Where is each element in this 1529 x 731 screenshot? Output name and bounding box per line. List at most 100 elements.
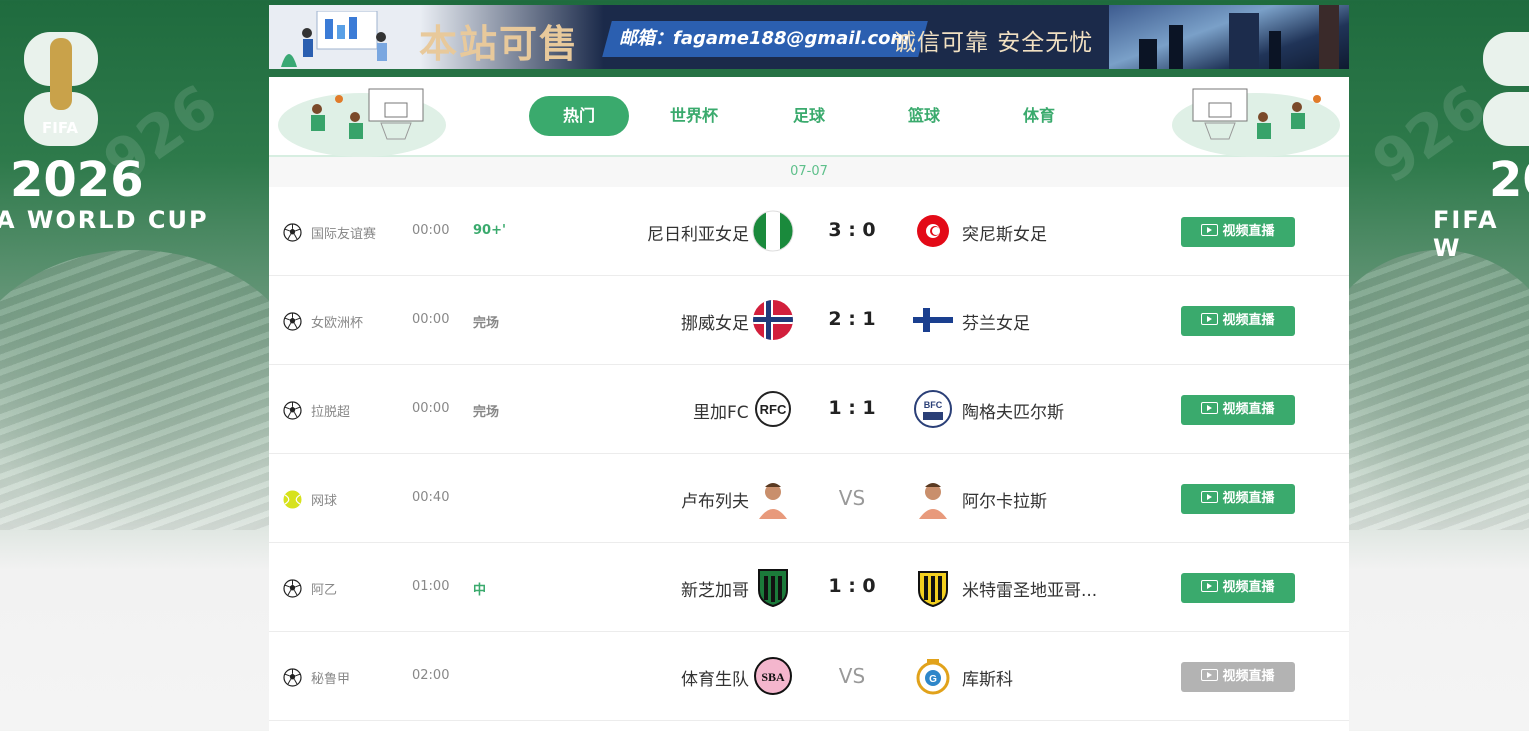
tab-world-cup[interactable]: 世界杯 xyxy=(644,96,744,136)
league-name[interactable]: 阿乙 xyxy=(311,579,337,598)
video-live-label: 视频直播 xyxy=(1222,313,1275,328)
match-row[interactable]: 阿乙 01:00 中 新芝加哥 1 : 0 米特雷圣地亚哥... 视频直播 xyxy=(269,543,1349,632)
away-team-name: 米特雷圣地亚哥... xyxy=(962,581,1098,601)
match-time: 00:00 xyxy=(412,223,450,238)
video-live-label: 视频直播 xyxy=(1222,402,1275,417)
bfc-daugavpils-crest-icon: BFC xyxy=(912,388,954,430)
office-illustration-icon xyxy=(281,11,387,67)
soccer-ball-icon xyxy=(283,312,302,331)
year-label: 2026 xyxy=(10,152,144,208)
banner-email: 邮箱：fagame188@gmail.com xyxy=(602,21,929,57)
away-team-name: 陶格夫匹尔斯 xyxy=(962,403,1064,423)
tennis-ball-icon xyxy=(283,490,302,509)
away-team-name: 突尼斯女足 xyxy=(962,225,1047,245)
tab-basketball[interactable]: 篮球 xyxy=(874,96,974,136)
player-avatar-icon xyxy=(912,477,954,519)
video-live-label: 视频直播 xyxy=(1222,580,1275,595)
cusco-crest-icon: G xyxy=(912,655,954,697)
fifa-label: FIFA xyxy=(42,119,78,137)
match-row[interactable]: 女欧洲杯 00:00 完场 挪威女足 2 : 1 芬兰女足 视频直播 xyxy=(269,276,1349,365)
video-live-button[interactable]: 视频直播 xyxy=(1181,217,1295,247)
mitre-crest-icon xyxy=(912,566,954,608)
tab-football[interactable]: 足球 xyxy=(759,96,859,136)
svg-text:SBA: SBA xyxy=(761,670,785,684)
league-name[interactable]: 秘鲁甲 xyxy=(311,668,350,687)
right-side-decoration: 926 20 FIFA W xyxy=(1349,0,1529,731)
finland-flag-icon xyxy=(912,299,954,341)
video-live-button[interactable]: 视频直播 xyxy=(1181,306,1295,336)
match-score: 2 : 1 xyxy=(828,308,876,330)
video-live-label: 视频直播 xyxy=(1222,491,1275,506)
match-list: 国际友谊赛 00:00 90+' 尼日利亚女足 3 : 0 突尼斯女足 视频直播… xyxy=(269,187,1349,721)
riga-fc-crest-icon: RFC xyxy=(752,388,794,430)
video-live-label: 视频直播 xyxy=(1222,669,1275,684)
nigeria-flag-icon xyxy=(752,210,794,252)
match-row[interactable]: 国际友谊赛 00:00 90+' 尼日利亚女足 3 : 0 突尼斯女足 视频直播 xyxy=(269,187,1349,276)
city-skyline-image xyxy=(1109,5,1349,69)
nueva-chicago-crest-icon xyxy=(752,566,794,608)
tunisia-flag-icon xyxy=(912,210,954,252)
ad-banner[interactable]: 本站可售 邮箱：fagame188@gmail.com 诚信可靠 安全无忧 xyxy=(269,5,1349,69)
soccer-ball-icon xyxy=(283,223,302,242)
league-name[interactable]: 拉脱超 xyxy=(311,401,350,420)
home-team-name: 新芝加哥 xyxy=(681,581,749,601)
match-time: 02:00 xyxy=(412,668,450,683)
home-team-name: 尼日利亚女足 xyxy=(647,225,749,245)
match-score: 3 : 0 xyxy=(828,219,876,241)
match-time: 00:00 xyxy=(412,312,450,327)
league-name[interactable]: 网球 xyxy=(311,490,337,509)
tv-play-icon xyxy=(1201,402,1219,414)
video-live-label: 视频直播 xyxy=(1222,224,1275,239)
away-team-name: 库斯科 xyxy=(962,670,1013,690)
tv-play-icon xyxy=(1201,580,1219,592)
soccer-ball-icon xyxy=(283,668,302,687)
svg-text:RFC: RFC xyxy=(760,402,787,417)
match-row[interactable]: 拉脱超 00:00 完场 里加FC RFC 1 : 1 BFC 陶格夫匹尔斯 视… xyxy=(269,365,1349,454)
svg-text:BFC: BFC xyxy=(924,400,943,410)
tv-play-icon xyxy=(1201,313,1219,325)
left-side-decoration: 926 FIFA 2026 A WORLD CUP xyxy=(0,0,269,731)
match-time: 00:00 xyxy=(412,401,450,416)
watermark: 926 xyxy=(1360,71,1499,197)
sba-crest-icon: SBA xyxy=(752,655,794,697)
match-status: 90+' xyxy=(473,223,506,238)
tabs-bar: 热门 世界杯 足球 篮球 体育 xyxy=(269,77,1349,157)
match-score: 1 : 1 xyxy=(828,397,876,419)
world-cup-label: FIFA W xyxy=(1433,206,1499,262)
tab-hot[interactable]: 热门 xyxy=(529,96,629,136)
away-team-name: 阿尔卡拉斯 xyxy=(962,492,1047,512)
video-live-button[interactable]: 视频直播 xyxy=(1181,573,1295,603)
match-score: VS xyxy=(838,664,866,688)
away-team-name: 芬兰女足 xyxy=(962,314,1030,334)
home-team-name: 挪威女足 xyxy=(681,314,749,334)
match-row[interactable]: 网球 00:40 卢布列夫 VS 阿尔卡拉斯 视频直播 xyxy=(269,454,1349,543)
main-panel: 热门 世界杯 足球 篮球 体育 07-07 国际友谊赛 00:00 90+' 尼… xyxy=(269,77,1349,731)
match-status: 完场 xyxy=(473,405,500,420)
tab-sports[interactable]: 体育 xyxy=(989,96,1089,136)
player-avatar-icon xyxy=(752,477,794,519)
home-team-name: 里加FC xyxy=(693,403,749,423)
basketball-players-illustration-icon xyxy=(1172,88,1340,157)
worldcup-26-emblem-icon xyxy=(1483,32,1529,146)
year-label: 20 xyxy=(1489,152,1529,208)
match-score: VS xyxy=(838,486,866,510)
match-row[interactable]: 秘鲁甲 02:00 体育生队 SBA VS G 库斯科 视频直播 xyxy=(269,632,1349,721)
world-cup-label: A WORLD CUP xyxy=(0,206,209,234)
match-time: 00:40 xyxy=(412,490,450,505)
banner-slogan: 诚信可靠 安全无忧 xyxy=(893,30,1094,56)
soccer-ball-icon xyxy=(283,401,302,420)
home-team-name: 卢布列夫 xyxy=(681,492,749,512)
basketball-players-illustration-icon xyxy=(278,88,446,157)
league-name[interactable]: 国际友谊赛 xyxy=(311,223,376,242)
match-score: 1 : 0 xyxy=(828,575,876,597)
match-status: 完场 xyxy=(473,316,500,331)
league-name[interactable]: 女欧洲杯 xyxy=(311,312,363,331)
stadium-image xyxy=(0,250,269,530)
video-live-button[interactable]: 视频直播 xyxy=(1181,484,1295,514)
soccer-ball-icon xyxy=(283,579,302,598)
svg-text:G: G xyxy=(929,674,937,685)
video-live-button[interactable]: 视频直播 xyxy=(1181,662,1295,692)
video-live-button[interactable]: 视频直播 xyxy=(1181,395,1295,425)
date-header: 07-07 xyxy=(269,157,1349,187)
match-time: 01:00 xyxy=(412,579,450,594)
